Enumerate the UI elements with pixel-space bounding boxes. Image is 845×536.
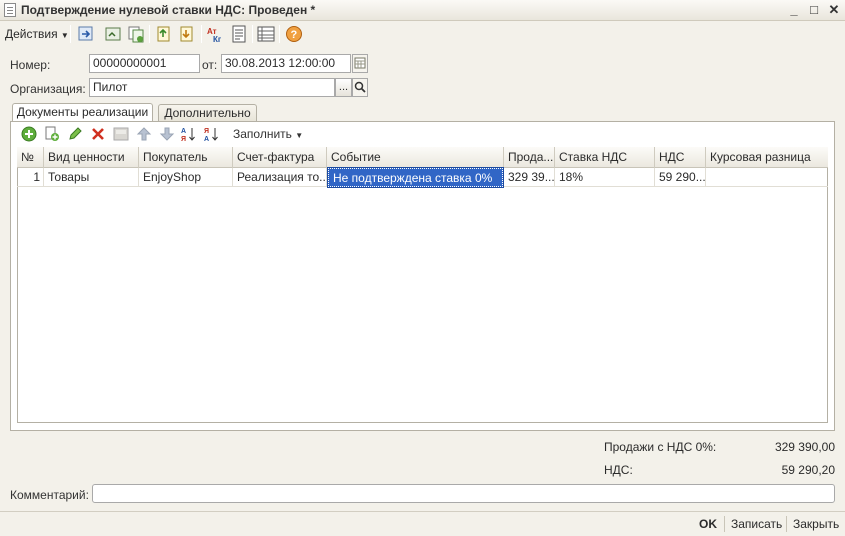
end-edit-icon[interactable] <box>113 126 129 142</box>
move-up-doc-icon[interactable] <box>155 25 173 43</box>
svg-text:А: А <box>204 136 209 142</box>
column-header-value-type[interactable]: Вид ценности <box>44 147 139 168</box>
table-cell-value-type[interactable]: Товары <box>44 168 139 187</box>
organization-label: Организация: <box>10 82 86 96</box>
maximize-button[interactable]: □ <box>806 2 822 18</box>
vat-total-label: НДС: <box>604 463 633 477</box>
edit-icon[interactable] <box>67 126 83 142</box>
sort-descending-icon[interactable]: Я А <box>204 126 220 142</box>
chevron-down-icon: ▼ <box>60 31 69 40</box>
search-icon[interactable] <box>352 78 368 97</box>
date-label: от: <box>202 58 218 72</box>
toolbar-separator <box>70 25 71 43</box>
arrow-down-icon[interactable] <box>159 126 175 142</box>
delete-icon[interactable] <box>90 126 106 142</box>
table-cell-vat-rate[interactable]: 18% <box>555 168 655 187</box>
minimize-button[interactable]: _ <box>786 2 802 18</box>
calendar-icon[interactable] <box>352 54 368 73</box>
add-row-icon[interactable] <box>21 126 37 142</box>
sales-total-label: Продажи с НДС 0%: <box>604 440 717 454</box>
comment-label: Комментарий: <box>10 488 89 502</box>
table-cell-vat[interactable]: 59 290... <box>655 168 706 187</box>
bottom-bar <box>0 511 845 536</box>
fill-menu[interactable]: Заполнить ▼ <box>233 127 303 141</box>
column-header-vat-rate[interactable]: Ставка НДС <box>555 147 655 168</box>
help-icon[interactable]: ? <box>285 25 303 43</box>
vat-total-value: 59 290,20 <box>781 463 835 477</box>
column-header-buyer[interactable]: Покупатель <box>139 147 233 168</box>
table-cell-sales[interactable]: 329 39... <box>504 168 555 187</box>
column-header-exchange-diff[interactable]: Курсовая разница <box>706 147 828 168</box>
close-window-button[interactable]: ✕ <box>826 2 842 18</box>
document-list-icon[interactable] <box>230 25 248 43</box>
column-header-invoice[interactable]: Счет-фактура <box>233 147 327 168</box>
table-cell-number[interactable]: 1 <box>17 168 44 187</box>
svg-text:?: ? <box>291 29 298 41</box>
toolbar-separator <box>226 125 227 142</box>
toolbar-separator <box>149 25 150 43</box>
table-cell-exchange-diff[interactable] <box>706 168 828 187</box>
copy-icon[interactable] <box>127 25 145 43</box>
tab-sales-documents[interactable]: Документы реализации <box>12 103 153 122</box>
actions-menu-label: Действия <box>5 27 58 41</box>
comment-field[interactable] <box>92 484 835 503</box>
number-label: Номер: <box>10 58 51 72</box>
table-cell-event[interactable]: Не подтверждена ставка 0% <box>327 167 504 188</box>
column-header-event[interactable]: Событие <box>327 147 504 168</box>
svg-text:Кг: Кг <box>213 35 222 43</box>
window-title: Подтверждение нулевой ставки НДС: Провед… <box>21 3 316 17</box>
column-header-vat[interactable]: НДС <box>655 147 706 168</box>
save-button[interactable]: Записать <box>731 517 782 531</box>
table-cell-buyer[interactable]: EnjoyShop <box>139 168 233 187</box>
column-header-number[interactable]: № <box>17 147 44 168</box>
translit-icon[interactable]: Ат Кг <box>206 25 224 43</box>
actions-menu[interactable]: Действия ▼ <box>5 27 69 41</box>
sort-ascending-icon[interactable]: А Я <box>181 126 197 142</box>
toolbar-separator <box>252 25 253 43</box>
svg-text:Я: Я <box>181 136 186 142</box>
date-field[interactable]: 30.08.2013 12:00:00 <box>221 54 351 73</box>
sales-total-value: 329 390,00 <box>774 440 835 454</box>
table-cell-invoice[interactable]: Реализация то... <box>233 168 327 187</box>
select-organization-button[interactable]: ... <box>335 78 352 97</box>
toolbar-separator <box>279 25 280 43</box>
number-field[interactable]: 00000000001 <box>89 54 200 73</box>
structure-icon[interactable] <box>257 25 275 43</box>
svg-text:А: А <box>181 128 186 135</box>
column-header-sales[interactable]: Прода... <box>504 147 555 168</box>
svg-text:Я: Я <box>204 128 209 135</box>
documents-table[interactable] <box>17 147 828 423</box>
bottom-separator <box>786 516 787 532</box>
toolbar-separator <box>201 25 202 43</box>
post-icon[interactable] <box>77 25 95 43</box>
ok-button[interactable]: OK <box>699 517 717 531</box>
document-icon <box>4 3 16 17</box>
copy-row-icon[interactable] <box>44 126 60 142</box>
move-down-doc-icon[interactable] <box>178 25 196 43</box>
close-button[interactable]: Закрыть <box>793 517 839 531</box>
organization-field[interactable]: Пилот <box>89 78 335 97</box>
chevron-down-icon: ▼ <box>295 131 304 140</box>
arrow-up-icon[interactable] <box>136 126 152 142</box>
view-icon[interactable] <box>104 25 122 43</box>
fill-menu-label: Заполнить <box>233 127 292 141</box>
bottom-separator <box>724 516 725 532</box>
